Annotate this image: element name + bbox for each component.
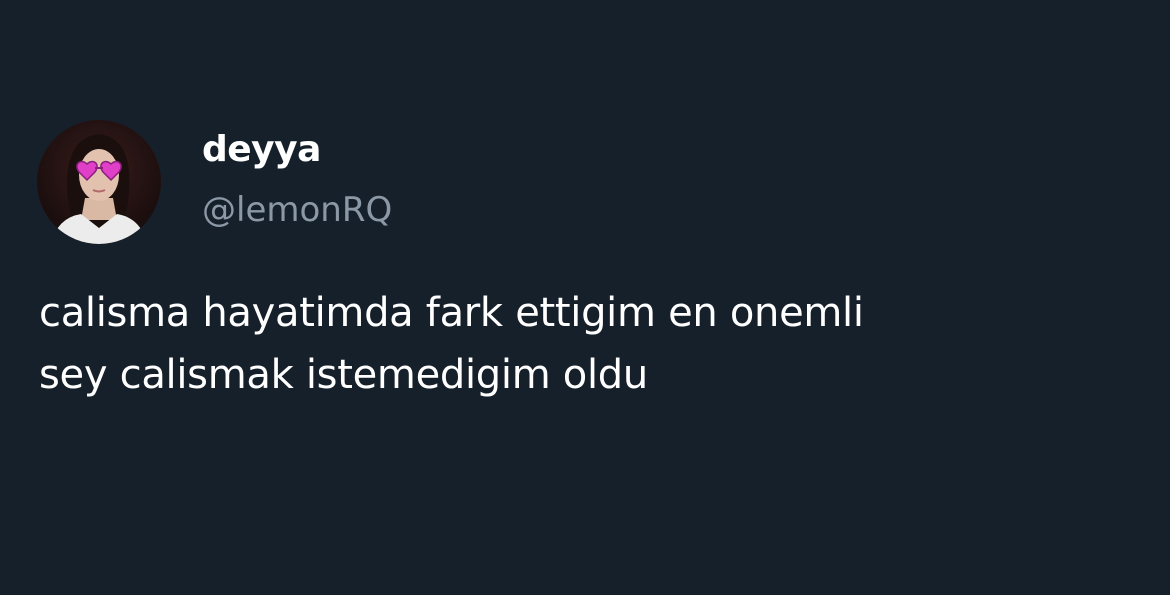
tweet-text-line: calisma hayatimda fark ettigim en onemli [39, 290, 864, 336]
tweet-text: calisma hayatimda fark ettigim en onemli… [39, 282, 1149, 406]
avatar[interactable] [37, 120, 161, 244]
user-handle[interactable]: @lemonRQ [202, 188, 392, 232]
display-name[interactable]: deyya [202, 128, 321, 172]
tweet-text-line: sey calismak istemedigim oldu [39, 352, 648, 398]
tweet-card: deyya @lemonRQ calisma hayatimda fark et… [0, 0, 1170, 595]
avatar-photo-icon [37, 120, 161, 244]
